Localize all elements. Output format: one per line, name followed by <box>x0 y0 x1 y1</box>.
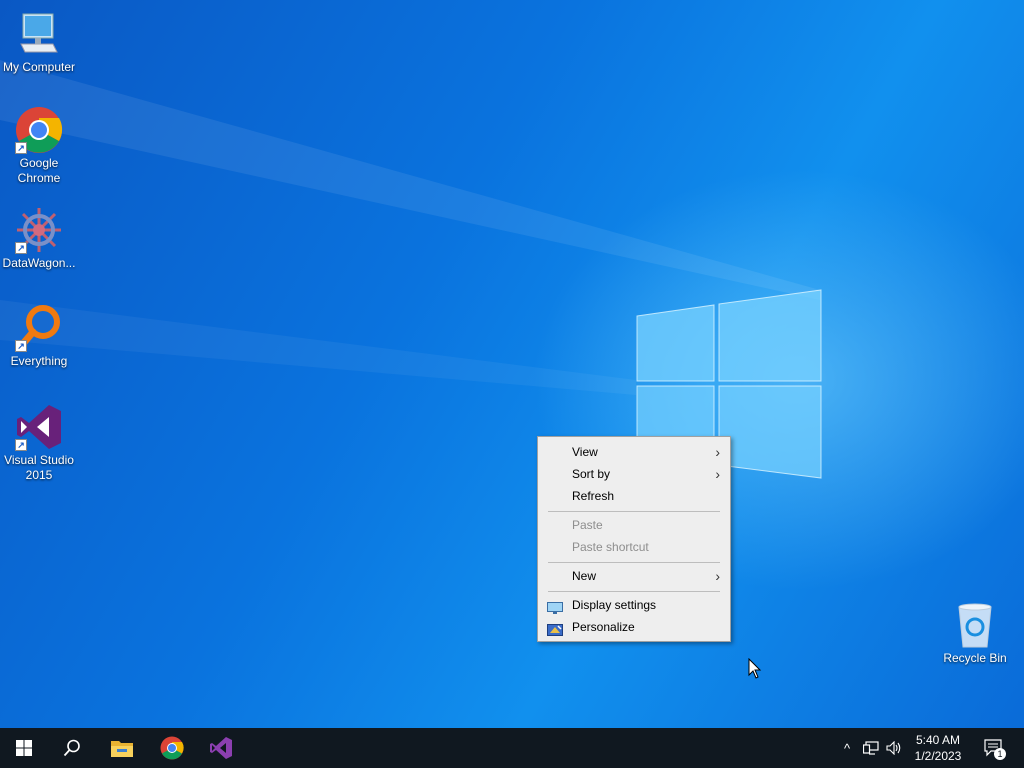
chevron-right-icon: › <box>715 568 720 584</box>
clock[interactable]: 5:40 AM 1/2/2023 <box>905 732 971 764</box>
desktop-icon-google-chrome[interactable]: ↗ Google Chrome <box>1 106 77 186</box>
monitor-icon <box>15 10 63 58</box>
chrome-icon: ↗ <box>15 106 63 154</box>
desktop-icon-recycle-bin[interactable]: Recycle Bin <box>937 601 1013 666</box>
shortcut-arrow-icon: ↗ <box>15 142 27 154</box>
mouse-cursor-icon <box>748 658 762 679</box>
chevron-right-icon: › <box>715 466 720 482</box>
start-icon <box>16 740 32 756</box>
display-icon <box>547 599 563 614</box>
datawagon-icon: ↗ <box>15 206 63 254</box>
shortcut-arrow-icon: ↗ <box>15 242 27 254</box>
taskbar: ^ 5:40 AM 1/2/2023 1 <box>0 728 1024 768</box>
action-center-button[interactable]: 1 <box>980 728 1008 768</box>
menu-separator <box>548 511 720 512</box>
desktop[interactable]: My Computer ↗ Google Chrome ↗ DataWagon.… <box>0 0 1024 728</box>
chevron-right-icon: › <box>715 444 720 460</box>
menu-item-display-settings[interactable]: Display settings <box>538 594 730 616</box>
clock-date: 1/2/2023 <box>914 749 962 763</box>
desktop-context-menu: View › Sort by › Refresh Paste Paste sho… <box>537 436 731 642</box>
desktop-icon-datawagon[interactable]: ↗ DataWagon... <box>1 206 77 271</box>
visual-studio-icon: ↗ <box>15 403 63 451</box>
menu-item-new[interactable]: New › <box>538 565 730 587</box>
recycle-bin-icon <box>951 601 999 649</box>
chevron-up-icon: ^ <box>843 740 851 756</box>
menu-item-view[interactable]: View › <box>538 441 730 463</box>
taskbar-visual-studio[interactable] <box>197 728 245 768</box>
menu-separator <box>548 562 720 563</box>
notification-badge: 1 <box>994 748 1006 760</box>
shortcut-arrow-icon: ↗ <box>15 439 27 451</box>
chrome-icon <box>160 736 184 760</box>
menu-item-personalize[interactable]: Personalize <box>538 616 730 638</box>
menu-separator <box>548 591 720 592</box>
magnifier-icon: ↗ <box>15 304 63 352</box>
menu-item-refresh[interactable]: Refresh <box>538 485 730 507</box>
menu-item-paste-shortcut[interactable]: Paste shortcut <box>538 536 730 558</box>
search-icon <box>63 739 80 757</box>
speaker-icon <box>886 741 901 755</box>
taskbar-file-explorer[interactable] <box>98 728 146 768</box>
start-button[interactable] <box>0 728 48 768</box>
network-icon <box>863 741 879 755</box>
show-hidden-icons-button[interactable]: ^ <box>838 728 856 768</box>
menu-item-sort-by[interactable]: Sort by › <box>538 463 730 485</box>
volume-button[interactable] <box>884 728 904 768</box>
search-button[interactable] <box>48 728 96 768</box>
shortcut-arrow-icon: ↗ <box>15 340 27 352</box>
desktop-icon-everything[interactable]: ↗ Everything <box>1 304 77 369</box>
personalize-icon <box>547 621 563 636</box>
visual-studio-icon <box>210 737 232 759</box>
clock-time: 5:40 AM <box>915 733 961 747</box>
file-explorer-icon <box>111 741 133 757</box>
wallpaper-logo <box>0 60 822 479</box>
desktop-icon-visual-studio[interactable]: ↗ Visual Studio 2015 <box>1 403 77 483</box>
menu-item-paste[interactable]: Paste <box>538 514 730 536</box>
taskbar-chrome[interactable] <box>148 728 196 768</box>
network-button[interactable] <box>861 728 881 768</box>
desktop-icon-my-computer[interactable]: My Computer <box>1 10 77 75</box>
